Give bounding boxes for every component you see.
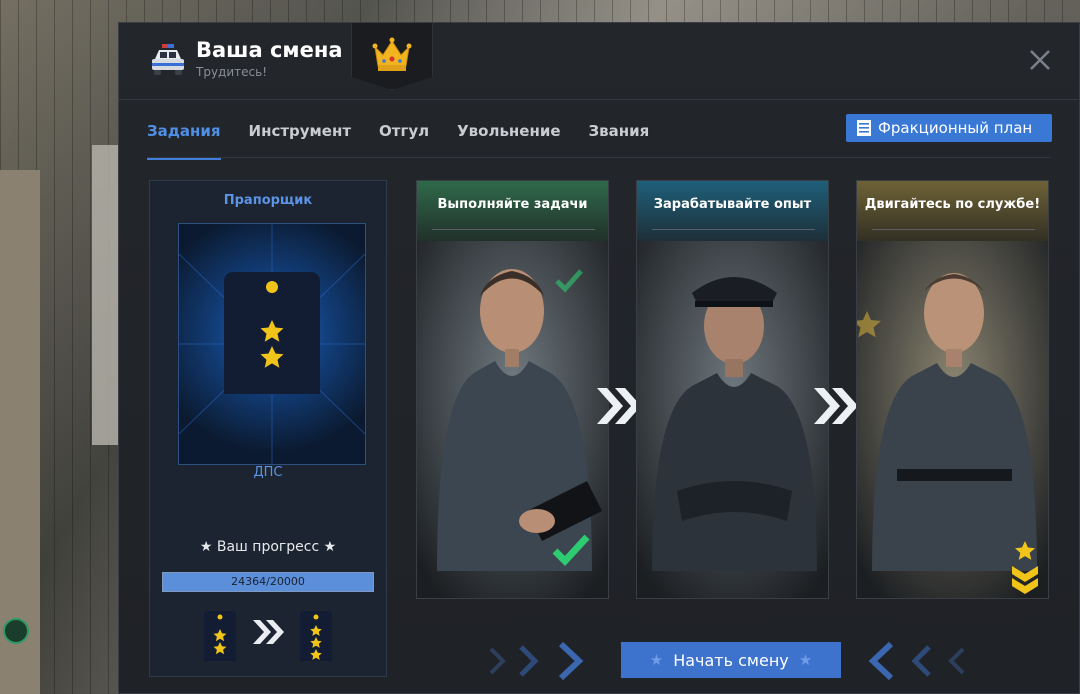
tab-day-off[interactable]: Отгул: [379, 119, 429, 157]
step-title: Зарабатывайте опыт: [653, 197, 812, 212]
step-title: Двигайтесь по службе!: [864, 197, 1041, 212]
progress-value: 24364/20000: [231, 575, 305, 588]
step-divider: [652, 229, 815, 230]
faction-plan-button[interactable]: Фракционный план: [846, 114, 1052, 142]
decorative-arrows-right-icon: [868, 641, 965, 681]
background-wall-panel: [92, 145, 118, 445]
tab-tasks[interactable]: Задания: [147, 119, 221, 160]
tab-divider: [147, 157, 1051, 158]
vip-crown-badge: [351, 23, 433, 90]
current-rank-icon: [204, 611, 236, 661]
minimap-marker-icon: [3, 618, 29, 644]
faction-plan-label: Фракционный план: [878, 119, 1033, 137]
step-card-tasks: Выполняйте задачи: [416, 180, 609, 599]
star-icon: ★: [649, 651, 664, 669]
shoulder-board-icon: [178, 224, 366, 464]
tab-dismissal[interactable]: Увольнение: [457, 119, 560, 157]
next-rank-arrow-icon: [253, 620, 284, 644]
background-door: [0, 170, 40, 694]
rank-insignia-image: [178, 223, 366, 465]
officer-with-tablet-image: [417, 241, 608, 598]
officer-promotion-image: [857, 241, 1048, 598]
start-shift-label: Начать смену: [673, 650, 789, 670]
department-label: ДПС: [253, 465, 283, 480]
window-subtitle: Трудитесь!: [196, 65, 267, 79]
tab-tools[interactable]: Инструмент: [249, 119, 352, 157]
rank-card: Прапорщик ДПС ★ Ваш прогресс ★ 24364/200…: [149, 180, 387, 677]
rank-name: Прапорщик: [223, 193, 313, 208]
close-icon[interactable]: [1027, 47, 1053, 73]
document-icon: [857, 120, 871, 136]
step-divider: [432, 229, 595, 230]
step-title: Выполняйте задачи: [437, 197, 588, 212]
shift-window: Ваша смена Трудитесь! Задания Инструмент…: [118, 22, 1080, 694]
progress-label: ★ Ваш прогресс ★: [199, 539, 337, 555]
window-title: Ваша смена: [196, 38, 343, 62]
next-rank-icon: [300, 611, 332, 661]
tab-ranks[interactable]: Звания: [589, 119, 650, 157]
decorative-arrows-left-icon: [489, 641, 584, 681]
star-icon: ★: [798, 651, 813, 669]
crown-icon: [372, 37, 412, 71]
progress-bar: 24364/20000: [162, 572, 374, 592]
start-shift-button[interactable]: ★ Начать смену ★: [621, 642, 841, 678]
step-card-promotion: Двигайтесь по службе!: [856, 180, 1049, 599]
step-divider: [872, 229, 1035, 230]
window-header: Ваша смена Трудитесь!: [119, 23, 1079, 100]
officer-in-cap-image: [637, 241, 828, 598]
step-card-experience: Зарабатывайте опыт: [636, 180, 829, 599]
tab-bar: Задания Инструмент Отгул Увольнение Зван…: [147, 119, 677, 160]
police-car-icon: [152, 44, 184, 75]
step-arrow-icon: [814, 388, 858, 424]
